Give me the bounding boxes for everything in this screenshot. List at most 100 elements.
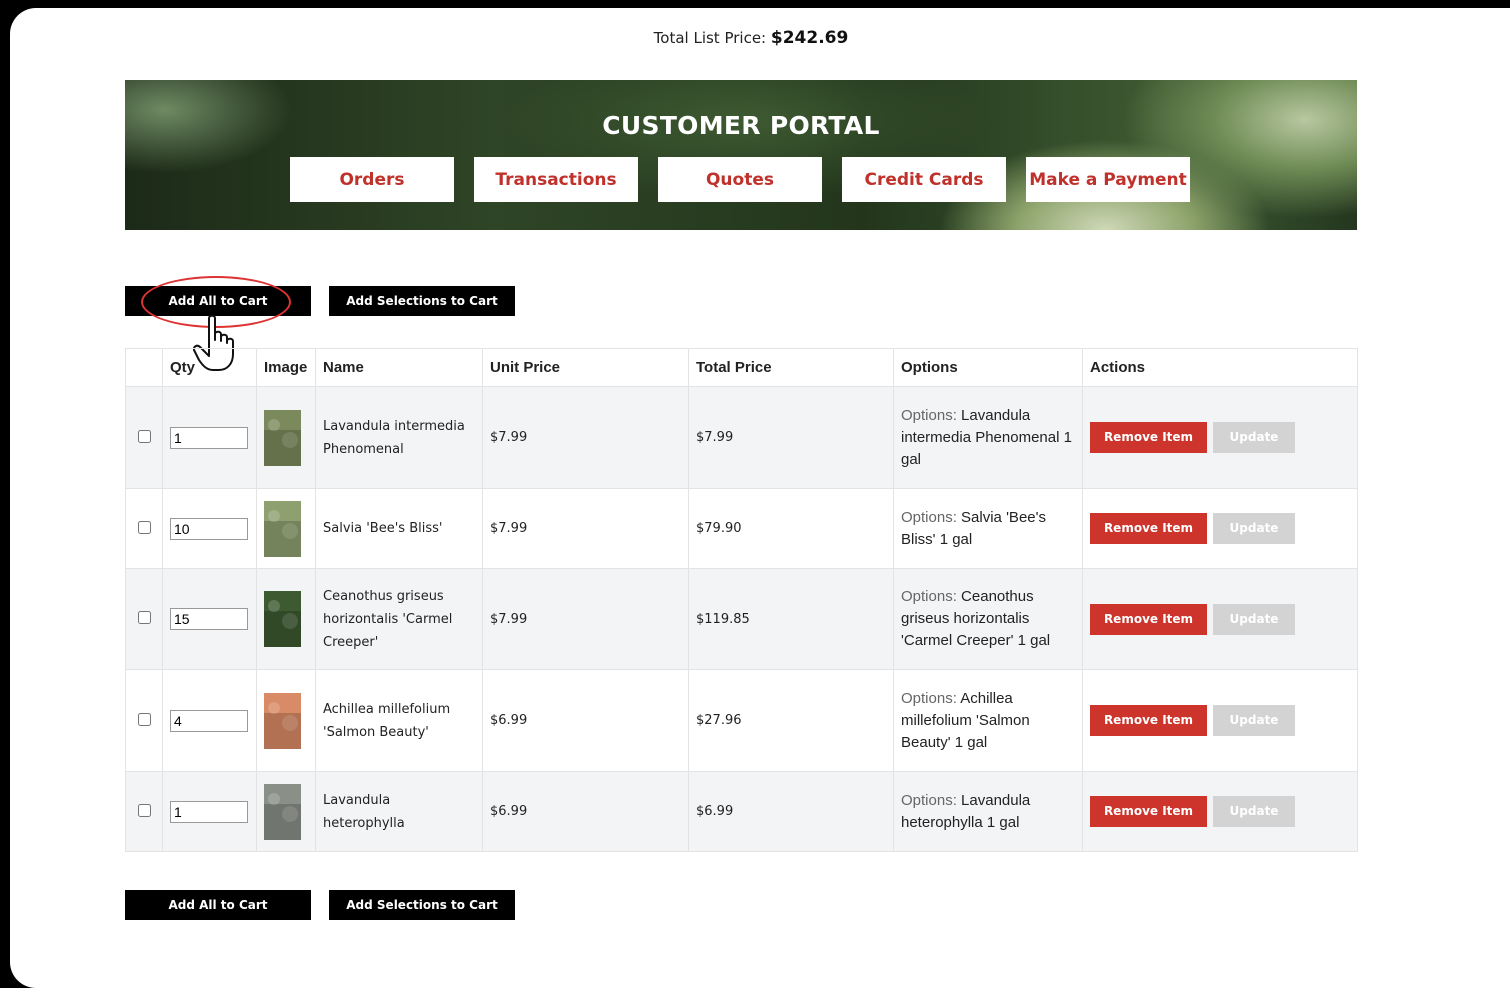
actions-cell: Remove Item Update xyxy=(1082,488,1358,569)
update-button[interactable]: Update xyxy=(1213,422,1295,453)
row-image-cell xyxy=(256,771,316,852)
table-row: Achillea millefolium 'Salmon Beauty'$6.9… xyxy=(125,669,1358,772)
remove-item-button[interactable]: Remove Item xyxy=(1090,603,1207,635)
browser-frame: Total List Price: $242.69 CUSTOMER PORTA… xyxy=(10,8,1510,988)
remove-item-button[interactable]: Remove Item xyxy=(1090,513,1207,544)
options-label: Options: xyxy=(901,689,957,707)
row-checkbox[interactable] xyxy=(137,712,151,726)
portal-banner: CUSTOMER PORTAL Orders Transactions Quot… xyxy=(125,80,1357,230)
remove-item-button[interactable]: Remove Item xyxy=(1090,796,1207,827)
update-button[interactable]: Update xyxy=(1213,796,1295,827)
banner-title: CUSTOMER PORTAL xyxy=(602,111,880,140)
row-checkbox[interactable] xyxy=(137,520,151,534)
total-price: $6.99 xyxy=(688,771,894,852)
header-unit-price: Unit Price xyxy=(482,348,689,387)
product-name: Lavandula intermedia Phenomenal xyxy=(315,386,483,489)
remove-item-button[interactable]: Remove Item xyxy=(1090,422,1207,453)
table-row: Lavandula intermedia Phenomenal$7.99$7.9… xyxy=(125,386,1358,489)
qty-input[interactable] xyxy=(170,608,248,630)
row-image-cell xyxy=(256,386,316,489)
product-thumbnail xyxy=(264,591,301,647)
row-checkbox[interactable] xyxy=(137,429,151,443)
update-button[interactable]: Update xyxy=(1213,705,1295,736)
unit-price: $7.99 xyxy=(482,568,689,670)
options-cell: Options: Salvia 'Bee's Bliss' 1 gal xyxy=(893,488,1083,569)
add-selections-to-cart-button[interactable]: Add Selections to Cart xyxy=(329,286,515,316)
actions-cell: Remove Item Update xyxy=(1082,568,1358,670)
row-checkbox[interactable] xyxy=(137,611,151,624)
row-select xyxy=(125,488,163,569)
qty-input[interactable] xyxy=(170,800,248,823)
options-label: Options: xyxy=(901,588,957,605)
total-price: $27.96 xyxy=(688,669,894,772)
update-button[interactable]: Update xyxy=(1213,603,1295,635)
row-image-cell xyxy=(256,488,316,569)
nav-orders[interactable]: Orders xyxy=(290,157,454,202)
row-select xyxy=(125,771,163,852)
options-label: Options: xyxy=(901,406,957,424)
total-list-price: Total List Price: $242.69 xyxy=(10,28,1492,48)
remove-item-button[interactable]: Remove Item xyxy=(1090,705,1207,736)
row-qty-cell xyxy=(162,669,257,772)
total-price: $79.90 xyxy=(688,488,894,569)
row-qty-cell xyxy=(162,488,257,569)
header-name: Name xyxy=(315,348,483,387)
header-actions: Actions xyxy=(1082,348,1358,387)
actions-cell: Remove Item Update xyxy=(1082,386,1358,489)
header-select xyxy=(125,348,163,387)
options-cell: Options: Ceanothus griseus horizontalis … xyxy=(893,568,1083,670)
header-options: Options xyxy=(893,348,1083,387)
product-thumbnail xyxy=(264,500,301,557)
product-name: Ceanothus griseus horizontalis 'Carmel C… xyxy=(315,568,483,670)
options-label: Options: xyxy=(901,791,957,809)
row-qty-cell xyxy=(162,568,257,670)
total-label: Total List Price: xyxy=(653,29,767,47)
actions-cell: Remove Item Update xyxy=(1082,771,1358,852)
qty-input[interactable] xyxy=(170,426,248,449)
nav-credit-cards[interactable]: Credit Cards xyxy=(842,157,1006,202)
row-image-cell xyxy=(256,669,316,772)
qty-input[interactable] xyxy=(170,709,248,732)
product-thumbnail xyxy=(264,409,301,466)
table-row: Ceanothus griseus horizontalis 'Carmel C… xyxy=(125,568,1358,670)
unit-price: $7.99 xyxy=(482,386,689,489)
total-price: $119.85 xyxy=(688,568,894,670)
options-cell: Options: Achillea millefolium 'Salmon Be… xyxy=(893,669,1083,772)
unit-price: $6.99 xyxy=(482,771,689,852)
product-name: Salvia 'Bee's Bliss' xyxy=(315,488,483,569)
qty-input[interactable] xyxy=(170,517,248,540)
options-cell: Options: Lavandula intermedia Phenomenal… xyxy=(893,386,1083,489)
add-all-to-cart-button[interactable]: Add All to Cart xyxy=(125,286,311,316)
options-cell: Options: Lavandula heterophylla 1 gal xyxy=(893,771,1083,852)
header-image: Image xyxy=(256,348,316,387)
nav-transactions[interactable]: Transactions xyxy=(474,157,638,202)
total-price: $7.99 xyxy=(688,386,894,489)
row-select xyxy=(125,669,163,772)
row-select xyxy=(125,386,163,489)
product-name: Lavandula heterophylla xyxy=(315,771,483,852)
nav-quotes[interactable]: Quotes xyxy=(658,157,822,202)
cart-table: Qty Image Name Unit Price Total Price Op… xyxy=(125,348,1358,852)
row-image-cell xyxy=(256,568,316,670)
product-thumbnail xyxy=(264,783,301,840)
row-checkbox[interactable] xyxy=(137,803,151,817)
table-header-row: Qty Image Name Unit Price Total Price Op… xyxy=(125,348,1358,387)
product-thumbnail xyxy=(264,692,301,749)
add-selections-to-cart-button-bottom[interactable]: Add Selections to Cart xyxy=(329,890,515,920)
options-label: Options: xyxy=(901,508,957,526)
unit-price: $7.99 xyxy=(482,488,689,569)
total-value: $242.69 xyxy=(770,28,849,48)
cart-body: Lavandula intermedia Phenomenal$7.99$7.9… xyxy=(125,386,1358,852)
row-select xyxy=(125,568,163,670)
header-total-price: Total Price xyxy=(688,348,894,387)
actions-cell: Remove Item Update xyxy=(1082,669,1358,772)
unit-price: $6.99 xyxy=(482,669,689,772)
table-row: Salvia 'Bee's Bliss'$7.99$79.90Options: … xyxy=(125,488,1358,569)
header-qty: Qty xyxy=(162,348,257,387)
row-qty-cell xyxy=(162,771,257,852)
add-all-to-cart-button-bottom[interactable]: Add All to Cart xyxy=(125,890,311,920)
update-button[interactable]: Update xyxy=(1213,513,1295,544)
nav-make-a-payment[interactable]: Make a Payment xyxy=(1026,157,1190,202)
product-name: Achillea millefolium 'Salmon Beauty' xyxy=(315,669,483,772)
table-row: Lavandula heterophylla$6.99$6.99Options:… xyxy=(125,771,1358,852)
